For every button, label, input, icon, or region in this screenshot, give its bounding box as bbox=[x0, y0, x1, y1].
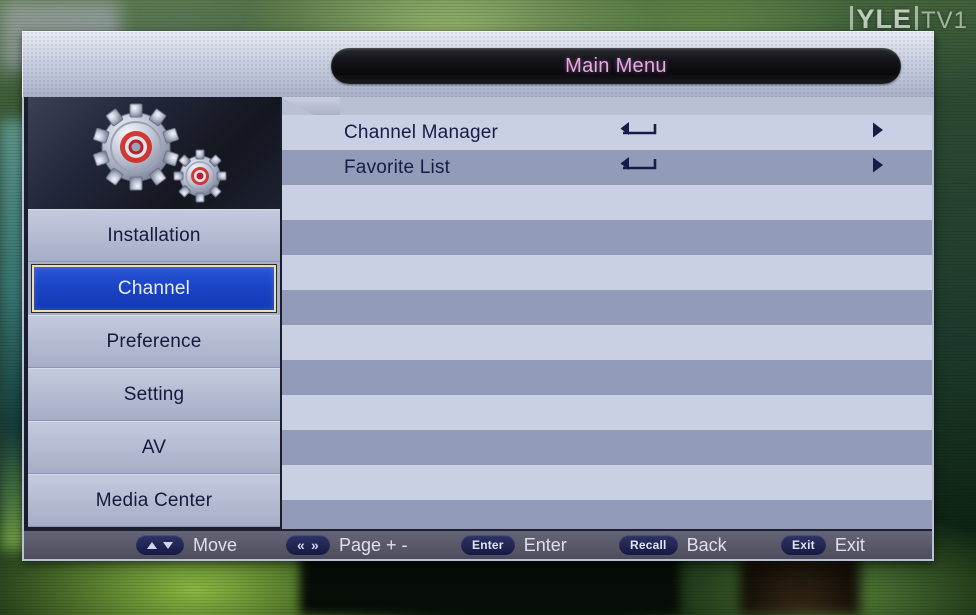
page-title: Main Menu bbox=[565, 54, 667, 77]
triangle-up-icon bbox=[147, 541, 157, 549]
sidebar-icon-panel bbox=[28, 97, 280, 209]
osd-bottom-toolbar: Move « » Page + - Enter Enter Recall Bac… bbox=[24, 529, 932, 559]
exit-key-pill: Exit bbox=[781, 535, 826, 555]
menu-row-empty bbox=[282, 255, 932, 290]
menu-row-empty bbox=[282, 395, 932, 430]
menu-row-empty bbox=[282, 290, 932, 325]
recall-key-pill: Recall bbox=[619, 535, 678, 555]
sidebar-item-label: Setting bbox=[123, 383, 185, 405]
menu-row-label: Channel Manager bbox=[344, 121, 499, 143]
watermark-divider-right bbox=[914, 6, 918, 30]
sidebar-item-label: Preference bbox=[106, 330, 202, 352]
toolbar-item-back[interactable]: Recall Back bbox=[619, 535, 727, 556]
menu-row-favorite-list[interactable]: Favorite List bbox=[282, 150, 932, 185]
enter-arrow-icon bbox=[617, 121, 657, 144]
sidebar-item-label: Channel bbox=[117, 277, 191, 299]
toolbar-item-move[interactable]: Move bbox=[136, 535, 237, 556]
header-bevel bbox=[280, 97, 340, 115]
toolbar-item-label: Enter bbox=[523, 534, 567, 555]
menu-content-area: Channel Manager Favorite List bbox=[282, 115, 932, 529]
menu-row-empty bbox=[282, 220, 932, 255]
up-down-triangles-icon bbox=[136, 535, 184, 555]
chevron-left-double-icon: « bbox=[297, 537, 305, 553]
watermark-divider-left bbox=[850, 6, 854, 30]
toolbar-item-label: Exit bbox=[834, 534, 865, 555]
menu-row-empty bbox=[282, 465, 932, 500]
sidebar-item-av[interactable]: AV bbox=[28, 421, 280, 474]
enter-arrow-icon bbox=[617, 156, 657, 179]
gears-icon bbox=[88, 103, 238, 209]
triangle-down-icon bbox=[163, 541, 173, 549]
sidebar-item-preference[interactable]: Preference bbox=[28, 315, 280, 368]
sidebar-item-label: Installation bbox=[107, 224, 201, 246]
sidebar-item-installation[interactable]: Installation bbox=[28, 209, 280, 262]
toolbar-item-label: Move bbox=[193, 534, 238, 555]
sidebar-menu-list: Installation Channel Preference Setting … bbox=[28, 209, 280, 527]
toolbar-item-page[interactable]: « » Page + - bbox=[286, 535, 408, 556]
sidebar: Installation Channel Preference Setting … bbox=[24, 97, 282, 529]
sidebar-item-channel[interactable]: Channel bbox=[28, 262, 280, 315]
menu-row-label: Favorite List bbox=[344, 156, 451, 178]
title-pill: Main Menu bbox=[331, 48, 901, 84]
sidebar-item-label: AV bbox=[141, 436, 167, 458]
toolbar-item-exit[interactable]: Exit Exit bbox=[781, 535, 865, 556]
triangle-right-icon bbox=[871, 156, 884, 179]
menu-row-empty bbox=[282, 500, 932, 529]
sidebar-item-setting[interactable]: Setting bbox=[28, 368, 280, 421]
menu-row-empty bbox=[282, 430, 932, 465]
sidebar-selection-highlight: Channel bbox=[31, 264, 277, 313]
osd-header-bar: Main Menu bbox=[22, 31, 934, 97]
menu-row-empty bbox=[282, 360, 932, 395]
toolbar-item-label: Page + - bbox=[339, 534, 408, 555]
menu-row-empty bbox=[282, 185, 932, 220]
sidebar-item-label: Media Center bbox=[95, 489, 213, 511]
sidebar-item-media-center[interactable]: Media Center bbox=[28, 474, 280, 527]
osd-main-menu-window: Main Menu Installation Channel Preferenc… bbox=[22, 31, 934, 561]
chevron-right-double-icon: » bbox=[311, 537, 319, 553]
menu-row-empty bbox=[282, 325, 932, 360]
double-chevrons-icon: « » bbox=[286, 535, 330, 555]
menu-row-channel-manager[interactable]: Channel Manager bbox=[282, 115, 932, 150]
enter-key-pill: Enter bbox=[461, 535, 515, 555]
triangle-right-icon bbox=[871, 121, 884, 144]
toolbar-item-label: Back bbox=[686, 534, 727, 555]
toolbar-item-enter[interactable]: Enter Enter bbox=[461, 535, 567, 556]
